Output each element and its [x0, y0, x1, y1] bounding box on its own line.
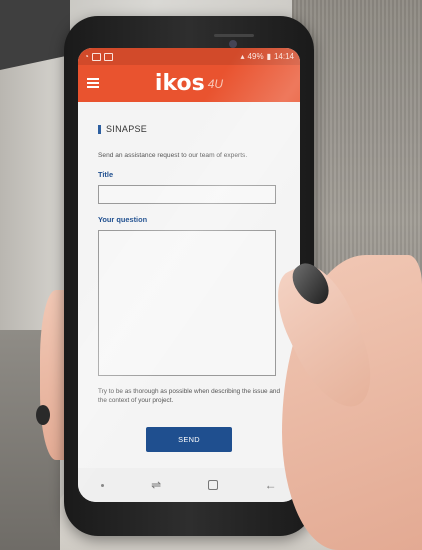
signal-icon: ▴ — [240, 52, 245, 61]
status-icons-right: ▴ 49% ▮ 14:14 — [241, 52, 294, 61]
section-title: SINAPSE — [106, 124, 148, 134]
section-accent-bar — [98, 124, 101, 134]
section-header: SINAPSE — [98, 124, 280, 134]
app-bar: ikos 4U — [78, 65, 300, 102]
clipboard-icon — [103, 52, 113, 61]
left-fingernail — [36, 405, 50, 425]
back-icon[interactable]: ← — [265, 478, 277, 492]
hint-text: Try to be as thorough as possible when d… — [98, 388, 281, 404]
battery-icon: ▮ — [266, 52, 271, 61]
system-nav-bar: ⇌ ← — [78, 468, 300, 502]
front-camera — [229, 40, 237, 48]
title-input[interactable] — [98, 185, 276, 204]
app-logo: ikos — [154, 71, 205, 96]
gallery-icon — [91, 52, 101, 61]
notification-icon: ◔ — [84, 52, 89, 61]
send-wrapper: SEND — [98, 427, 280, 452]
clock: 14:14 — [273, 52, 294, 61]
question-textarea[interactable] — [98, 230, 276, 376]
home-icon[interactable] — [207, 480, 218, 490]
app-logo-suffix: 4U — [207, 76, 224, 91]
send-button[interactable]: SEND — [146, 427, 232, 452]
recent-apps-icon[interactable]: ⇌ — [151, 478, 161, 492]
nav-dot-indicator — [101, 483, 105, 487]
title-label: Title — [98, 170, 114, 179]
phone-speaker — [214, 34, 254, 37]
question-label: Your question — [98, 215, 148, 224]
hamburger-menu-icon[interactable] — [87, 78, 99, 88]
battery-percent: 49% — [247, 52, 264, 61]
form-content: SINAPSE Send an assistance request to ou… — [78, 102, 300, 452]
status-bar: ◔ ▴ 49% ▮ 14:14 — [78, 48, 300, 65]
intro-text: Send an assistance request to our team o… — [98, 152, 248, 159]
status-icons-left: ◔ — [84, 52, 113, 61]
phone-screen: ◔ ▴ 49% ▮ 14:14 ikos 4U SINAPSE Send an … — [78, 48, 300, 502]
